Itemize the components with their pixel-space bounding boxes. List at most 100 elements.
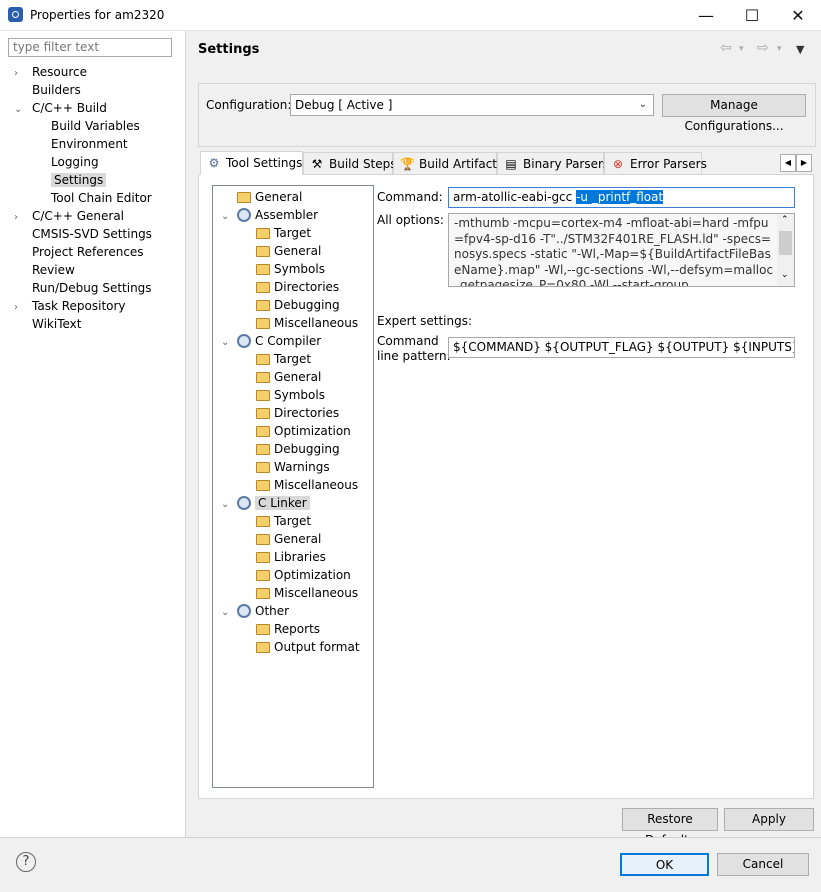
tree-item-label: Debugging	[274, 442, 340, 456]
tree-item[interactable]: Warnings	[213, 458, 373, 476]
chevron-down-icon: ⌄	[638, 99, 647, 110]
nav-item[interactable]: Builders	[14, 81, 182, 99]
tree-item[interactable]: Miscellaneous	[213, 314, 373, 332]
close-button[interactable]: ✕	[775, 0, 821, 30]
tree-item[interactable]: General	[213, 188, 373, 206]
nav-item[interactable]: › Resource	[14, 63, 182, 81]
manage-configurations-button[interactable]: Manage Configurations...	[662, 94, 806, 133]
tree-item[interactable]: Symbols	[213, 260, 373, 278]
tree-item-label: Optimization	[274, 424, 351, 438]
nav-item[interactable]: CMSIS-SVD Settings	[14, 225, 182, 243]
option-folder-icon	[256, 372, 270, 383]
apply-button[interactable]: Apply	[724, 808, 814, 831]
chevron-down-icon[interactable]: ⌄	[221, 496, 237, 514]
restore-defaults-button[interactable]: Restore Defaults	[622, 808, 718, 847]
back-menu-icon[interactable]: ▾	[739, 44, 744, 54]
chevron-down-icon[interactable]: ⌄	[221, 208, 237, 226]
nav-item[interactable]: Project References	[14, 243, 182, 261]
nav-item-label: Settings	[51, 173, 107, 187]
tree-item[interactable]: Target	[213, 350, 373, 368]
nav-item[interactable]: Tool Chain Editor	[14, 189, 182, 207]
nav-item-label: Logging	[51, 155, 99, 169]
scroll-up-icon[interactable]: ⌃	[781, 215, 789, 225]
nav-item-label: C/C++ General	[32, 209, 125, 223]
tab-tool-settings[interactable]: ⚙ Tool Settings	[200, 151, 303, 175]
minimize-button[interactable]: —	[683, 0, 729, 30]
chevron-down-icon[interactable]: ⌄	[221, 604, 237, 622]
tree-item[interactable]: Reports	[213, 620, 373, 638]
tree-item-label: Target	[274, 352, 312, 366]
tab-binary-file[interactable]: ▤ Binary Parsers	[497, 152, 609, 174]
command-line-pattern-input[interactable]: ${COMMAND} ${OUTPUT_FLAG} ${OUTPUT} ${IN…	[448, 337, 795, 358]
tree-item[interactable]: ⌄ Assembler	[213, 206, 373, 224]
cancel-button[interactable]: Cancel	[717, 853, 809, 876]
nav-item[interactable]: Settings	[14, 171, 182, 189]
chevron-down-icon[interactable]: ⌄	[221, 334, 237, 352]
tree-item[interactable]: General	[213, 368, 373, 386]
nav-item[interactable]: Build Variables	[14, 117, 182, 135]
nav-item[interactable]: › Task Repository	[14, 297, 182, 315]
tree-item[interactable]: Directories	[213, 404, 373, 422]
option-folder-icon	[256, 354, 270, 365]
all-options-scrollbar[interactable]: ⌃ ⌄	[777, 214, 794, 286]
tree-item[interactable]: Libraries	[213, 548, 373, 566]
nav-item[interactable]: ⌄ C/C++ Build	[14, 99, 182, 117]
nav-item-label: Run/Debug Settings	[32, 281, 152, 295]
tree-item[interactable]: ⌄ Other	[213, 602, 373, 620]
ok-button[interactable]: OK	[620, 853, 709, 876]
tree-item[interactable]: Miscellaneous	[213, 584, 373, 602]
maximize-button[interactable]: ☐	[729, 0, 775, 30]
tab-trophy[interactable]: 🏆 Build Artifact	[393, 152, 497, 174]
command-input[interactable]: arm-atollic-eabi-gcc -u _printf_float	[448, 187, 795, 208]
tree-item[interactable]: Miscellaneous	[213, 476, 373, 494]
filter-input[interactable]: type filter text	[8, 38, 172, 57]
scroll-thumb[interactable]	[779, 231, 792, 255]
tool-tree: General ⌄ Assembler Target General Symbols Dir…	[212, 185, 374, 788]
view-menu-icon[interactable]: ▼	[796, 43, 804, 56]
chevron-down-icon[interactable]: ⌄	[14, 101, 32, 119]
tab-label: Tool Settings	[226, 156, 303, 170]
help-icon[interactable]: ?	[16, 852, 36, 872]
nav-item[interactable]: WikiText	[14, 315, 182, 333]
tab-error[interactable]: ⊗ Error Parsers	[604, 152, 707, 174]
forward-menu-icon[interactable]: ▾	[777, 44, 782, 54]
nav-item-label: Project References	[32, 245, 144, 259]
tree-item[interactable]: ⌄ C Linker	[213, 494, 373, 512]
tree-item[interactable]: Symbols	[213, 386, 373, 404]
tree-item-label: Directories	[274, 406, 340, 420]
tree-item[interactable]: Optimization	[213, 422, 373, 440]
tab-label: Build Artifact	[419, 157, 497, 171]
tree-item[interactable]: ⌄ C Compiler	[213, 332, 373, 350]
nav-item-label: Environment	[51, 137, 128, 151]
tree-item[interactable]: Directories	[213, 278, 373, 296]
tree-item[interactable]: Optimization	[213, 566, 373, 584]
nav-item[interactable]: Environment	[14, 135, 182, 153]
nav-item[interactable]: Review	[14, 261, 182, 279]
command-text: arm-atollic-eabi-gcc	[453, 190, 577, 204]
tab-scroll-left-icon[interactable]: ◀	[780, 154, 796, 172]
tree-item[interactable]: Target	[213, 512, 373, 530]
tree-item[interactable]: General	[213, 242, 373, 260]
all-options-field[interactable]: -mthumb -mcpu=cortex-m4 -mfloat-abi=hard…	[448, 213, 795, 287]
tab-build-steps[interactable]: ⚒ Build Steps	[303, 152, 397, 174]
tree-item[interactable]: Output format	[213, 638, 373, 656]
command-line-pattern-label-1: Command	[377, 334, 439, 348]
configuration-select[interactable]: Debug [ Active ] ⌄	[290, 94, 654, 116]
tree-item[interactable]: Debugging	[213, 440, 373, 458]
configuration-value: Debug [ Active ]	[295, 98, 393, 112]
tree-item-label: Optimization	[274, 568, 351, 582]
tree-item[interactable]: Target	[213, 224, 373, 242]
build-steps-icon: ⚒	[311, 157, 323, 171]
back-arrow-icon[interactable]: ⇦	[720, 40, 732, 56]
nav-item[interactable]: Run/Debug Settings	[14, 279, 182, 297]
tree-item-label: C Linker	[255, 496, 310, 510]
tree-item[interactable]: General	[213, 530, 373, 548]
tree-item[interactable]: Debugging	[213, 296, 373, 314]
scroll-down-icon[interactable]: ⌄	[781, 270, 789, 280]
nav-item[interactable]: › C/C++ General	[14, 207, 182, 225]
nav-item[interactable]: Logging	[14, 153, 182, 171]
tab-scroll-right-icon[interactable]: ▶	[796, 154, 812, 172]
tab-label: Build Steps	[329, 157, 397, 171]
forward-arrow-icon[interactable]: ⇨	[757, 40, 769, 56]
tree-item-label: Miscellaneous	[274, 316, 359, 330]
